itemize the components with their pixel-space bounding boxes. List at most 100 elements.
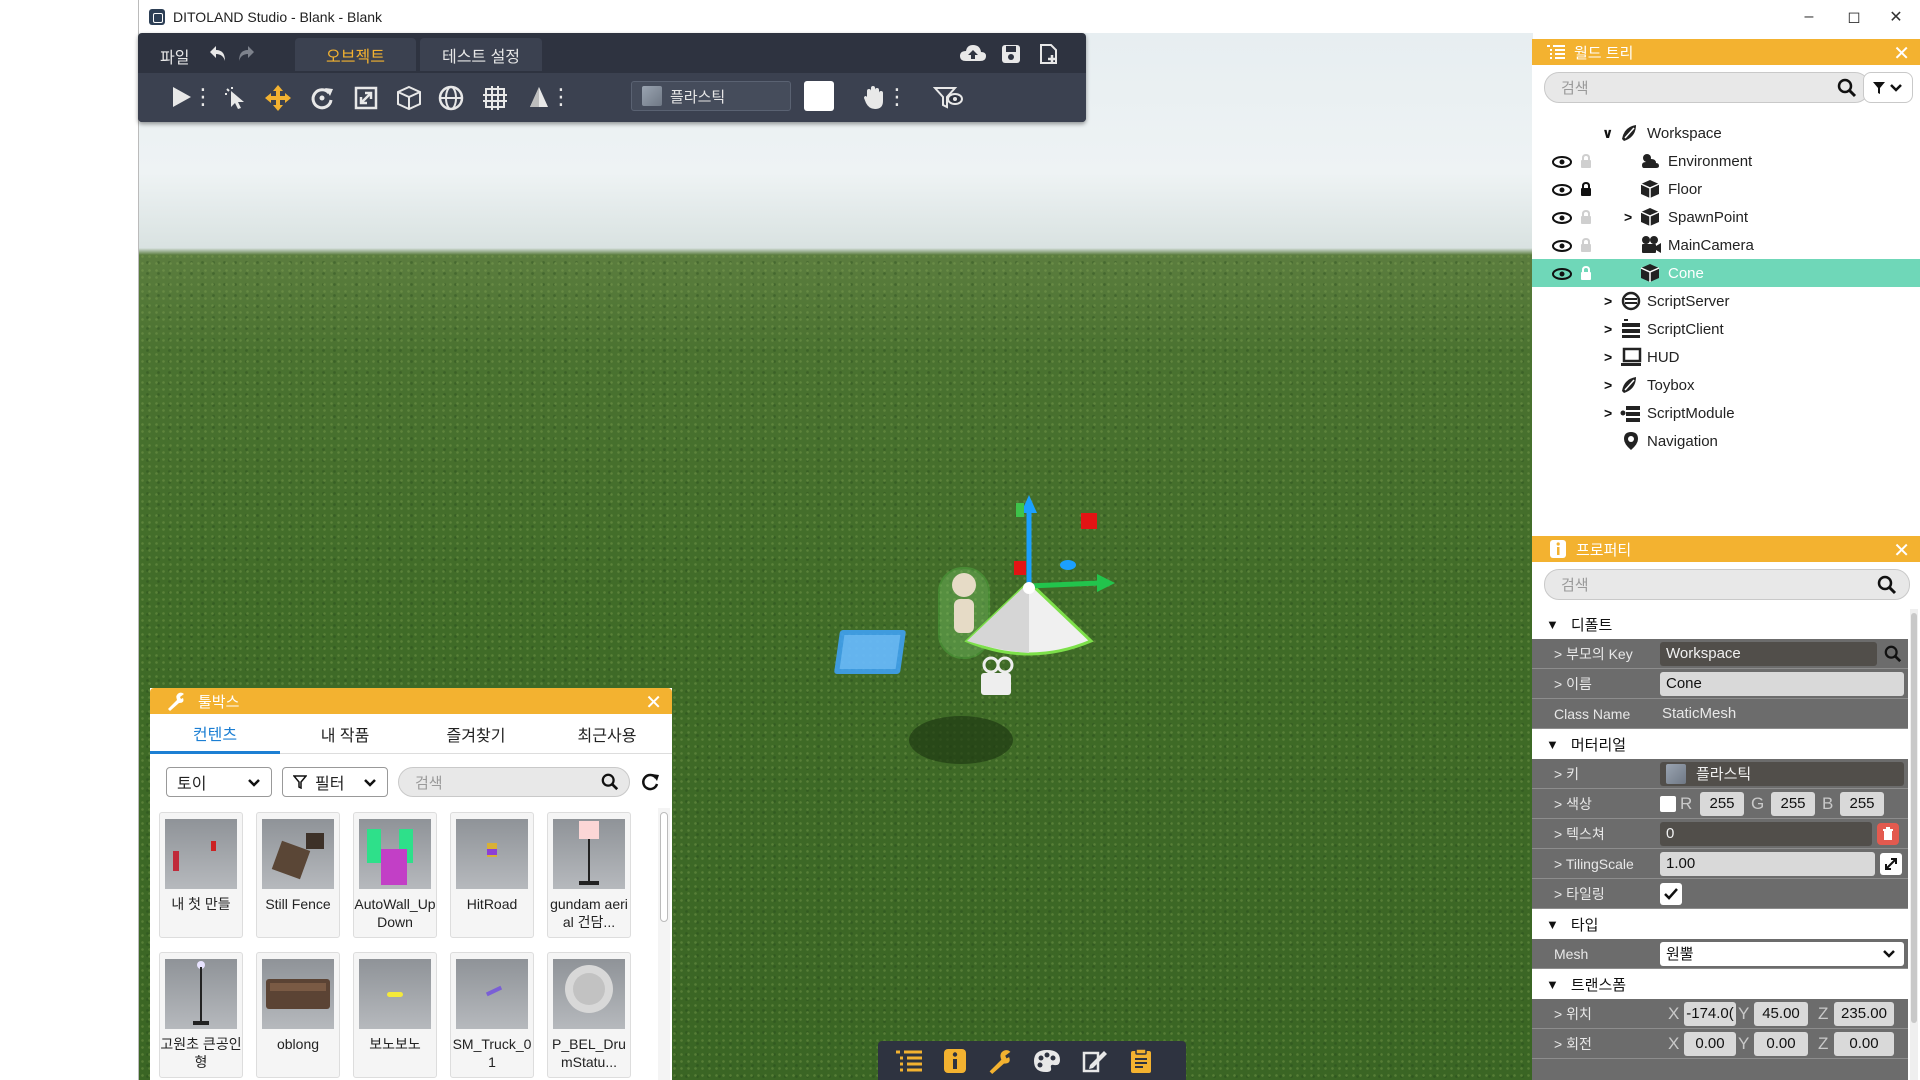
close-window-button[interactable]: ✕ bbox=[1871, 0, 1920, 33]
toolbox-toggle-icon[interactable] bbox=[986, 1048, 1014, 1074]
anchor-options-icon[interactable]: ⋮ bbox=[886, 84, 908, 110]
tree-item-navigation[interactable]: Navigation bbox=[1532, 427, 1920, 455]
toolbox-item[interactable]: HitRoad bbox=[450, 812, 534, 938]
scroll-thumb[interactable] bbox=[660, 812, 668, 922]
toolbox-item[interactable]: P_BEL_DrumStatu... bbox=[547, 952, 631, 1078]
section-default[interactable]: ▼ 디폴트 bbox=[1532, 609, 1908, 639]
tab-favorites[interactable]: 즐겨찾기 bbox=[410, 714, 542, 754]
category-select[interactable]: 토이 bbox=[166, 767, 272, 797]
trash-icon[interactable] bbox=[1877, 823, 1899, 845]
expand-icon[interactable] bbox=[1880, 853, 1902, 875]
filter-select[interactable]: 필터 bbox=[282, 767, 388, 797]
world-tree-toggle-icon[interactable] bbox=[894, 1048, 924, 1074]
lock-icon[interactable] bbox=[1580, 181, 1592, 196]
tree-filter-button[interactable] bbox=[1863, 72, 1913, 103]
toolbox-item[interactable]: 고원초 큰공인형 bbox=[159, 952, 243, 1078]
tree-item-scriptclient[interactable]: > ScriptClient bbox=[1532, 315, 1920, 343]
color-r-field[interactable]: 255 bbox=[1700, 791, 1744, 816]
position-x-field[interactable]: -174.0( bbox=[1684, 1001, 1736, 1026]
tree-item-environment[interactable]: Environment bbox=[1532, 147, 1920, 175]
tree-item-cone[interactable]: Cone bbox=[1532, 259, 1920, 287]
unlocked-icon[interactable] bbox=[1580, 209, 1592, 224]
search-icon[interactable] bbox=[1884, 645, 1902, 668]
unlocked-icon[interactable] bbox=[1580, 265, 1592, 280]
properties-scrollbar[interactable] bbox=[1910, 609, 1918, 1080]
scale-tool-icon[interactable] bbox=[352, 84, 380, 112]
save-as-icon[interactable] bbox=[1036, 41, 1062, 67]
eye-icon[interactable] bbox=[1552, 267, 1572, 280]
tree-item-floor[interactable]: Floor bbox=[1532, 175, 1920, 203]
unlocked-icon[interactable] bbox=[1580, 153, 1592, 168]
eye-icon[interactable] bbox=[1552, 183, 1572, 196]
chevron-right-icon[interactable]: > bbox=[1624, 209, 1632, 225]
tree-item-scriptmodule[interactable]: > ScriptModule bbox=[1532, 399, 1920, 427]
tiling-scale-field[interactable]: 1.00 bbox=[1660, 851, 1875, 876]
tab-my-works[interactable]: 내 작품 bbox=[280, 714, 410, 754]
tree-item-scriptserver[interactable]: > ScriptServer bbox=[1532, 287, 1920, 315]
global-space-icon[interactable] bbox=[436, 84, 466, 112]
drop-icon[interactable] bbox=[526, 84, 552, 112]
chevron-right-icon[interactable]: > bbox=[1604, 405, 1612, 421]
tiled-checkbox[interactable] bbox=[1660, 883, 1682, 905]
toolbox-item[interactable]: SM_Truck_01 bbox=[450, 952, 534, 1078]
undo-icon[interactable] bbox=[206, 41, 230, 65]
toolbox-scrollbar[interactable] bbox=[658, 808, 670, 1080]
tree-item-toybox[interactable]: > Toybox bbox=[1532, 371, 1920, 399]
name-field[interactable]: Cone bbox=[1660, 671, 1904, 696]
chevron-right-icon[interactable]: > bbox=[1604, 321, 1612, 337]
notes-icon[interactable] bbox=[1128, 1048, 1154, 1074]
color-g-field[interactable]: 255 bbox=[1771, 791, 1815, 816]
position-y-field[interactable]: 45.00 bbox=[1754, 1001, 1808, 1026]
search-icon[interactable] bbox=[601, 773, 619, 795]
rotation-x-field[interactable]: 0.00 bbox=[1684, 1031, 1736, 1056]
tab-object[interactable]: 오브젝트 bbox=[295, 38, 416, 71]
chevron-down-icon[interactable]: ∨ bbox=[1602, 125, 1613, 142]
toolbox-item[interactable]: 내 첫 만들 bbox=[159, 812, 243, 938]
color-swatch[interactable] bbox=[804, 81, 834, 111]
toolbox-item[interactable]: oblong bbox=[256, 952, 340, 1078]
redo-icon[interactable] bbox=[234, 41, 258, 65]
upload-cloud-icon[interactable] bbox=[958, 41, 988, 67]
local-space-icon[interactable] bbox=[394, 84, 424, 112]
anchor-hand-icon[interactable] bbox=[860, 84, 888, 112]
palette-icon[interactable] bbox=[1032, 1048, 1062, 1074]
toolbox-item[interactable]: Still Fence bbox=[256, 812, 340, 938]
toolbox-item[interactable]: AutoWall_UpDown bbox=[353, 812, 437, 938]
section-type[interactable]: ▼ 타입 bbox=[1532, 909, 1908, 939]
color-preview[interactable] bbox=[1660, 796, 1676, 812]
eye-icon[interactable] bbox=[1552, 155, 1572, 168]
texture-field[interactable]: 0 bbox=[1660, 821, 1872, 846]
play-icon[interactable] bbox=[168, 84, 194, 110]
tab-test-settings[interactable]: 테스트 설정 bbox=[420, 38, 542, 71]
search-icon[interactable] bbox=[1837, 78, 1857, 102]
tree-item-spawnpoint[interactable]: > SpawnPoint bbox=[1532, 203, 1920, 231]
tab-contents[interactable]: 컨텐츠 bbox=[150, 714, 280, 754]
save-icon[interactable] bbox=[998, 41, 1024, 67]
tree-item-hud[interactable]: > HUD bbox=[1532, 343, 1920, 371]
file-menu[interactable]: 파일 bbox=[160, 44, 189, 68]
chevron-right-icon[interactable]: > bbox=[1604, 377, 1612, 393]
section-transform[interactable]: ▼ 트랜스폼 bbox=[1532, 969, 1908, 999]
play-options-icon[interactable]: ⋮ bbox=[192, 84, 214, 110]
section-material[interactable]: ▼ 머터리얼 bbox=[1532, 729, 1908, 759]
shape-options-icon[interactable]: ⋮ bbox=[550, 84, 572, 110]
unlocked-icon[interactable] bbox=[1580, 237, 1592, 252]
grid-snap-icon[interactable] bbox=[480, 84, 510, 112]
material-key-field[interactable]: 플라스틱 bbox=[1660, 761, 1904, 786]
close-icon[interactable]: ✕ bbox=[645, 690, 662, 715]
chevron-right-icon[interactable]: > bbox=[1604, 293, 1612, 309]
color-b-field[interactable]: 255 bbox=[1840, 791, 1884, 816]
edit-script-icon[interactable] bbox=[1080, 1048, 1110, 1074]
refresh-icon[interactable] bbox=[640, 772, 660, 797]
visibility-filter-icon[interactable] bbox=[932, 84, 964, 112]
world-tree-search-input[interactable]: 검색 bbox=[1544, 72, 1870, 103]
minimize-button[interactable]: – bbox=[1784, 0, 1834, 33]
eye-icon[interactable] bbox=[1552, 211, 1572, 224]
tree-item-workspace[interactable]: ∨ Workspace bbox=[1532, 119, 1920, 147]
move-tool-icon[interactable] bbox=[264, 84, 292, 112]
scroll-thumb[interactable] bbox=[1911, 613, 1917, 1023]
close-icon[interactable]: ✕ bbox=[1893, 41, 1910, 66]
select-tool-icon[interactable] bbox=[222, 84, 250, 112]
rotate-tool-icon[interactable] bbox=[308, 84, 336, 112]
eye-icon[interactable] bbox=[1552, 239, 1572, 252]
